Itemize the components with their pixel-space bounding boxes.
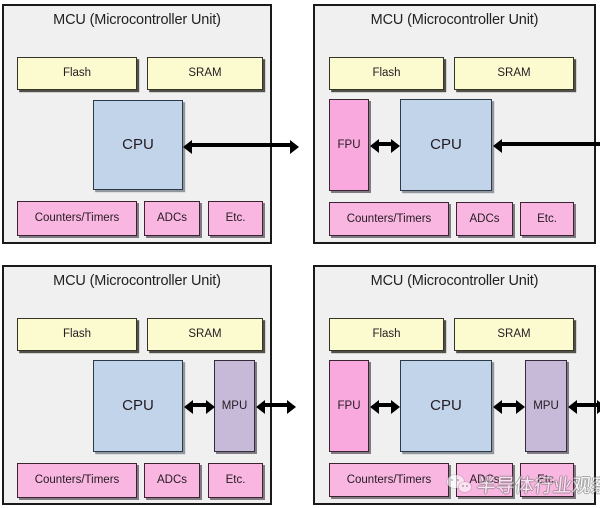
block-adcs: ADCs [456, 202, 513, 236]
block-flash: Flash [17, 57, 137, 90]
block-cpu: CPU [93, 100, 183, 190]
block-counters-timers: Counters/Timers [17, 463, 137, 498]
block-flash: Flash [17, 318, 137, 351]
panel-title: MCU (Microcontroller Unit) [53, 273, 221, 289]
mcu-architecture-diagram: MCU (Microcontroller Unit) Flash SRAM CP… [0, 0, 600, 508]
block-adcs: ADCs [144, 201, 200, 236]
panel-mcu-with-mpu: MCU (Microcontroller Unit) Flash SRAM CP… [2, 265, 296, 505]
block-flash: Flash [329, 318, 444, 351]
panel-basic-mcu: MCU (Microcontroller Unit) Flash SRAM CP… [2, 4, 299, 244]
block-mpu: MPU [214, 360, 255, 452]
arrow-fpu-to-cpu [370, 138, 400, 153]
arrow-mpu-to-external [256, 399, 296, 414]
block-counters-timers: Counters/Timers [329, 202, 449, 236]
block-etc: Etc. [208, 463, 263, 498]
arrow-cpu-to-external [183, 139, 299, 154]
block-counters-timers: Counters/Timers [329, 463, 449, 497]
block-sram: SRAM [147, 57, 263, 90]
block-sram: SRAM [454, 318, 574, 351]
block-counters-timers: Counters/Timers [17, 201, 137, 236]
block-adcs: ADCs [144, 463, 200, 498]
panel-title: MCU (Microcontroller Unit) [370, 12, 539, 28]
block-fpu: FPU [329, 360, 369, 452]
panel-mcu-with-fpu-and-mpu: MCU (Microcontroller Unit) Flash SRAM FP… [313, 265, 600, 505]
block-etc: Etc. [208, 201, 263, 236]
block-fpu: FPU [329, 99, 369, 191]
arrow-cpu-to-mpu [493, 399, 525, 414]
block-cpu: CPU [93, 360, 183, 452]
panel-mcu-with-fpu: MCU (Microcontroller Unit) Flash SRAM FP… [313, 4, 600, 244]
panel-title: MCU (Microcontroller Unit) [53, 12, 221, 28]
block-flash: Flash [329, 57, 444, 90]
block-sram: SRAM [147, 318, 263, 351]
block-mpu: MPU [525, 360, 567, 452]
panel-title: MCU (Microcontroller Unit) [370, 273, 539, 289]
arrow-mpu-to-external [568, 399, 600, 414]
block-etc: Etc. [520, 202, 574, 236]
block-cpu: CPU [400, 360, 492, 452]
arrow-fpu-to-cpu [370, 399, 400, 414]
arrow-cpu-to-mpu [184, 399, 215, 414]
arrow-cpu-to-external [493, 138, 600, 153]
block-adcs: ADCs [456, 463, 513, 497]
block-etc: Etc. [520, 463, 574, 497]
block-cpu: CPU [400, 99, 492, 191]
block-sram: SRAM [454, 57, 574, 90]
